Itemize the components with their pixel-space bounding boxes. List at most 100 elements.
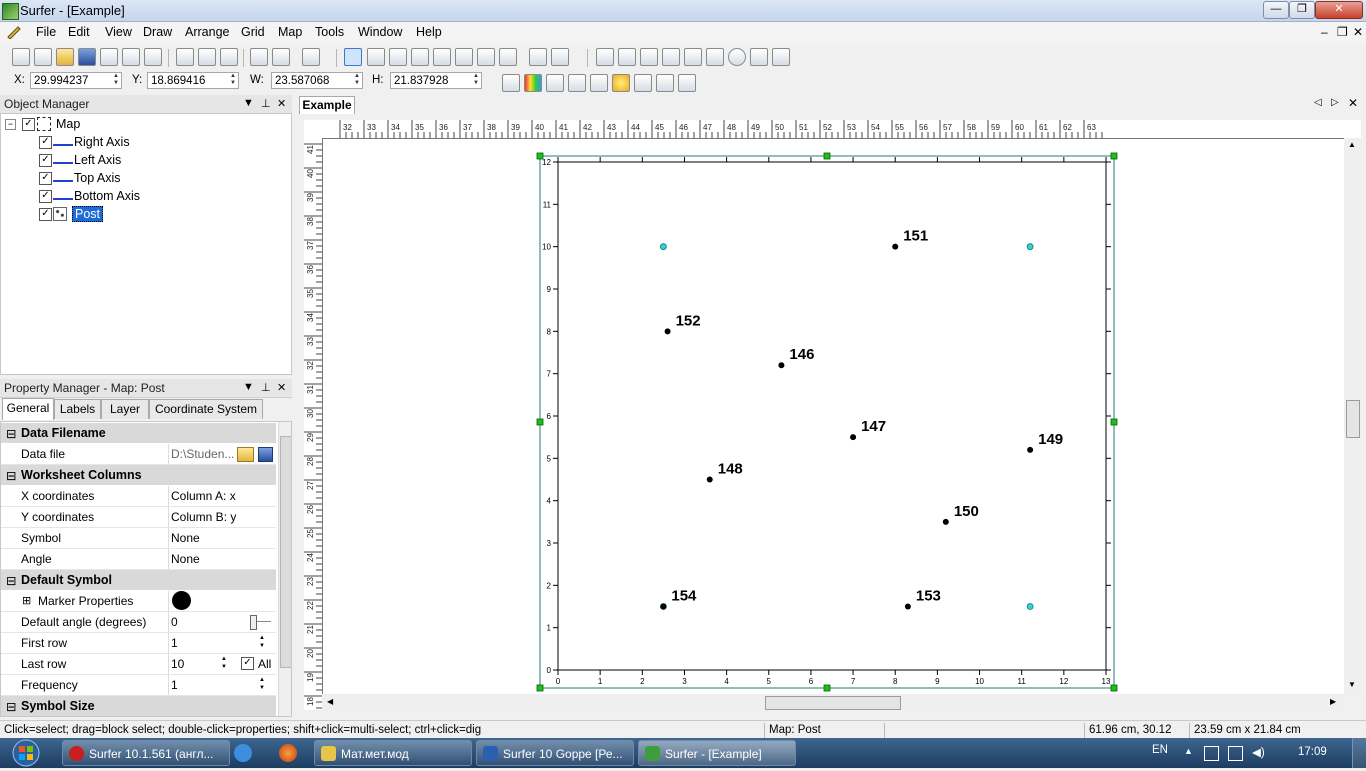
prop-data-file[interactable]: Data file D:\Studen... bbox=[1, 444, 276, 465]
volume-icon[interactable]: ◀) bbox=[1252, 745, 1265, 759]
post-map-plot[interactable]: 0 1 2 3 4 5 6 7 8 9 10 11 12 130123456789101112151152… bbox=[304, 138, 1344, 694]
prop-frequency[interactable]: Frequency 1 ▲ ▼ bbox=[1, 675, 276, 696]
scroll-down-icon[interactable]: ▼ bbox=[1348, 680, 1356, 689]
zoom-full-icon[interactable] bbox=[477, 48, 495, 66]
tab-scroll-left-icon[interactable]: ◁ bbox=[1314, 97, 1322, 108]
task-item[interactable]: Surfer 10 Goppe [Ре... bbox=[476, 740, 634, 766]
classed-post-icon[interactable] bbox=[568, 74, 586, 92]
image-map-icon[interactable] bbox=[590, 74, 608, 92]
menu-draw[interactable]: Draw bbox=[143, 25, 172, 39]
y-spinner[interactable]: ▲ ▼ bbox=[228, 73, 238, 88]
base-map-icon[interactable] bbox=[502, 74, 520, 92]
close-button[interactable]: ✕ bbox=[1315, 1, 1363, 19]
show-hidden-icons[interactable]: ▲ bbox=[1184, 746, 1193, 756]
panel-close-icon[interactable]: ✕ bbox=[277, 97, 286, 110]
clock[interactable]: 17:09 bbox=[1298, 746, 1327, 758]
panel-close-icon[interactable]: ✕ bbox=[277, 381, 286, 394]
menu-map[interactable]: Map bbox=[278, 25, 302, 39]
internet-explorer-icon[interactable] bbox=[234, 744, 252, 762]
collapse-icon[interactable]: − bbox=[5, 119, 16, 130]
menu-file[interactable]: File bbox=[36, 25, 56, 39]
section-data-filename[interactable]: ⊟ Data Filename bbox=[1, 423, 276, 443]
move-icon[interactable] bbox=[529, 48, 547, 66]
property-scroll-thumb[interactable] bbox=[280, 436, 291, 668]
first-row-spinner[interactable]: ▲ ▼ bbox=[259, 634, 265, 650]
wireframe-icon[interactable] bbox=[656, 74, 674, 92]
color-map-icon[interactable] bbox=[524, 74, 542, 92]
tree-item-post[interactable]: ✓ Post bbox=[35, 206, 235, 223]
polyline-tool-icon[interactable] bbox=[640, 48, 658, 66]
start-button[interactable] bbox=[2, 738, 46, 768]
copy-icon[interactable] bbox=[198, 48, 216, 66]
print-icon[interactable] bbox=[100, 48, 118, 66]
firefox-icon[interactable] bbox=[279, 744, 297, 762]
horizontal-scroll-thumb[interactable] bbox=[765, 696, 901, 710]
x-spinner[interactable]: ▲ ▼ bbox=[111, 73, 121, 88]
tab-scroll-right-icon[interactable]: ▷ bbox=[1331, 97, 1339, 108]
save-icon[interactable] bbox=[258, 447, 273, 462]
post-map-icon[interactable] bbox=[546, 74, 564, 92]
redraw-icon[interactable] bbox=[551, 48, 569, 66]
paste-icon[interactable] bbox=[220, 48, 238, 66]
vertical-scroll-thumb[interactable] bbox=[1346, 400, 1360, 438]
section-default-symbol[interactable]: ⊟ Default Symbol bbox=[1, 570, 276, 590]
collapse-icon[interactable]: ⊟ bbox=[6, 699, 16, 714]
polygon-tool-icon[interactable] bbox=[618, 48, 636, 66]
reshape-tool-icon[interactable] bbox=[772, 48, 790, 66]
h-spinner[interactable]: ▲ ▼ bbox=[471, 73, 481, 88]
pan-hand-icon[interactable] bbox=[499, 48, 517, 66]
document-tab-example[interactable]: Example bbox=[299, 96, 355, 114]
symbol-tool-icon[interactable] bbox=[662, 48, 680, 66]
collapse-icon[interactable]: ⊟ bbox=[6, 426, 16, 441]
tab-labels[interactable]: Labels bbox=[54, 399, 101, 419]
minimize-button[interactable]: — bbox=[1263, 1, 1289, 19]
tree-item-left-axis[interactable]: ✓ Left Axis bbox=[35, 152, 235, 169]
prop-angle[interactable]: Angle None bbox=[1, 549, 276, 570]
vertical-scrollbar[interactable]: ▲ ▼ bbox=[1344, 138, 1361, 694]
zoom-rectangle-icon[interactable] bbox=[411, 48, 429, 66]
ellipse-tool-icon[interactable] bbox=[728, 48, 746, 66]
task-item-active[interactable]: Surfer - [Example] bbox=[638, 740, 796, 766]
prop-x-coordinates[interactable]: X coordinates Column A: x bbox=[1, 486, 276, 507]
x-field[interactable]: 29.994237 ▲ ▼ bbox=[30, 72, 122, 89]
network-icon[interactable] bbox=[1228, 746, 1243, 761]
maximize-button[interactable]: ❐ bbox=[1289, 1, 1315, 19]
frequency-spinner[interactable]: ▲ ▼ bbox=[259, 676, 265, 692]
w-field[interactable]: 23.587068 ▲ ▼ bbox=[271, 72, 363, 89]
prop-marker-properties[interactable]: ⊞ Marker Properties bbox=[1, 591, 276, 612]
prop-last-row[interactable]: Last row 10 ▲ ▼ ✓ All bbox=[1, 654, 276, 675]
menu-edit[interactable]: Edit bbox=[68, 25, 90, 39]
tab-coordinate-system[interactable]: Coordinate System bbox=[149, 399, 263, 419]
prop-default-angle[interactable]: Default angle (degrees) 0 bbox=[1, 612, 276, 633]
tree-item-top-axis[interactable]: ✓ Top Axis bbox=[35, 170, 235, 187]
panel-menu-icon[interactable]: ▼ bbox=[243, 381, 254, 393]
menu-window[interactable]: Window bbox=[358, 25, 402, 39]
open-icon[interactable] bbox=[56, 48, 74, 66]
bottom-axis-checkbox[interactable]: ✓ bbox=[39, 190, 52, 203]
tree-item-bottom-axis[interactable]: ✓ Bottom Axis bbox=[35, 188, 235, 205]
export-icon[interactable] bbox=[122, 48, 140, 66]
h-field[interactable]: 21.837928 ▲ ▼ bbox=[390, 72, 482, 89]
select-arrow-icon[interactable] bbox=[344, 48, 362, 66]
tray-icon[interactable] bbox=[1204, 746, 1219, 761]
tree-item-right-axis[interactable]: ✓ Right Axis bbox=[35, 134, 235, 151]
shaded-relief-icon[interactable] bbox=[612, 74, 630, 92]
map-checkbox[interactable]: ✓ bbox=[22, 118, 35, 131]
section-worksheet-columns[interactable]: ⊟ Worksheet Columns bbox=[1, 465, 276, 485]
show-desktop-button[interactable] bbox=[1352, 738, 1366, 768]
save-icon[interactable] bbox=[78, 48, 96, 66]
pin-icon[interactable]: ⊥ bbox=[261, 97, 271, 110]
scroll-up-icon[interactable]: ▲ bbox=[1348, 140, 1356, 149]
prop-first-row[interactable]: First row 1 ▲ ▼ bbox=[1, 633, 276, 654]
top-axis-checkbox[interactable]: ✓ bbox=[39, 172, 52, 185]
undo-icon[interactable] bbox=[250, 48, 268, 66]
menu-grid[interactable]: Grid bbox=[241, 25, 265, 39]
new-worksheet-icon[interactable] bbox=[34, 48, 52, 66]
mdi-restore-button[interactable]: ❐ bbox=[1337, 25, 1348, 39]
task-item[interactable]: Surfer 10.1.561 (англ... bbox=[62, 740, 230, 766]
section-symbol-size[interactable]: ⊟ Symbol Size bbox=[1, 696, 276, 716]
quick-edit-icon[interactable] bbox=[6, 25, 22, 40]
print-preview-icon[interactable] bbox=[144, 48, 162, 66]
help-pointer-icon[interactable] bbox=[302, 48, 320, 66]
collapse-icon[interactable]: ⊟ bbox=[6, 573, 16, 588]
